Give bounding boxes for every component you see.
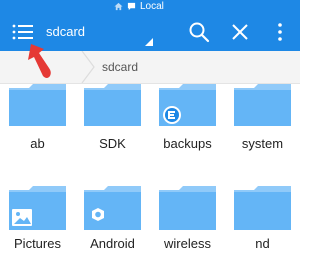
folder-item[interactable]: ab — [0, 84, 75, 164]
folder-icon — [159, 84, 216, 126]
message-icon — [127, 2, 136, 11]
folder-item[interactable]: Pictures — [0, 186, 75, 266]
folder-label: Pictures — [14, 236, 61, 251]
folder-icon — [159, 186, 216, 230]
pointer-arrow-icon — [28, 44, 51, 78]
image-icon — [12, 209, 32, 226]
folder-item[interactable]: backups — [150, 84, 225, 164]
menu-icon[interactable] — [12, 23, 34, 41]
folder-label: Android — [90, 236, 135, 251]
home-icon — [114, 2, 123, 11]
folder-icon — [234, 84, 291, 126]
more-vert-icon[interactable] — [273, 22, 287, 42]
status-title: Local — [140, 1, 164, 12]
folder-icon — [9, 84, 66, 126]
breadcrumb-current[interactable]: sdcard — [102, 51, 138, 83]
folder-label: backups — [163, 136, 212, 151]
folder-label: ab — [30, 136, 45, 151]
folder-item[interactable]: SDK — [75, 84, 150, 164]
close-icon[interactable] — [230, 22, 250, 42]
es-logo-icon — [163, 106, 181, 124]
folder-item[interactable]: Android — [75, 186, 150, 266]
folder-grid: ab SDK backups system Pictures Android w… — [0, 84, 300, 261]
folder-icon — [9, 186, 66, 230]
folder-label: system — [241, 136, 284, 151]
search-icon[interactable] — [188, 21, 210, 43]
folder-label: SDK — [99, 136, 126, 151]
folder-item[interactable]: nd — [225, 186, 300, 266]
folder-item[interactable]: wireless — [150, 186, 225, 266]
status-bar: Local — [0, 0, 300, 13]
folder-item[interactable]: system — [225, 84, 300, 164]
folder-icon — [84, 84, 141, 126]
breadcrumb-separator — [81, 51, 95, 83]
dropdown-corner-icon[interactable] — [145, 38, 153, 46]
folder-label: wireless — [164, 236, 211, 251]
folder-icon — [234, 186, 291, 230]
folder-label: nd — [255, 236, 270, 251]
folder-icon — [84, 186, 141, 230]
